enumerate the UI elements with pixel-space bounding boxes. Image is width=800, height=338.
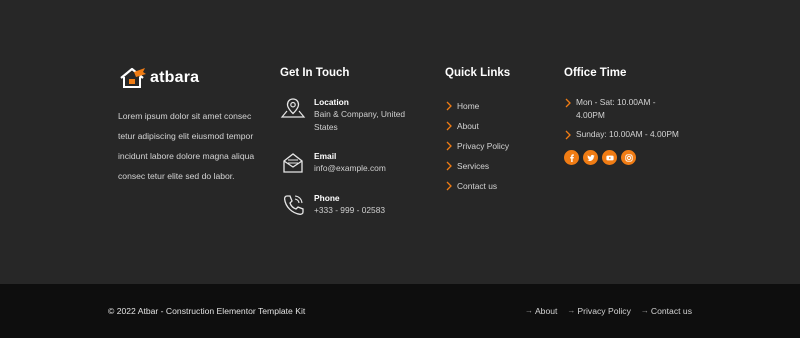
chevron-right-icon: [564, 98, 576, 108]
office-time-column: Office Time Mon - Sat: 10.00AM - 4.00PM …: [564, 65, 684, 165]
quick-link-about[interactable]: About: [445, 116, 509, 136]
quick-link-label: Contact us: [457, 181, 498, 191]
instagram-icon[interactable]: [621, 150, 636, 165]
quick-link-home[interactable]: Home: [445, 96, 509, 116]
location-value: Bain & Company, United States: [314, 109, 406, 132]
office-time-title: Office Time: [564, 67, 627, 79]
phone-icon: [280, 192, 306, 218]
facebook-icon[interactable]: [564, 150, 579, 165]
quick-link-label: Privacy Policy: [457, 141, 510, 151]
bottom-link-label: Privacy Policy: [577, 306, 631, 316]
chevron-right-icon: [564, 130, 576, 140]
bottom-link-label: About: [534, 306, 558, 316]
chevron-right-icon: [445, 161, 457, 171]
bottom-nav: → About → Privacy Policy → Contact us: [525, 305, 692, 317]
map-pin-icon: [280, 96, 306, 122]
office-hours-text: Mon - Sat: 10.00AM - 4.00PM: [576, 97, 656, 120]
phone-label: Phone: [314, 193, 340, 203]
email-label: Email: [314, 151, 337, 161]
contact-title: Get In Touch: [280, 67, 350, 79]
bottom-link-about[interactable]: → About: [525, 305, 557, 317]
office-hours-sunday: Sunday: 10.00AM - 4.00PM: [564, 128, 684, 141]
brand-name: atbara: [150, 69, 200, 86]
twitter-icon[interactable]: [583, 150, 598, 165]
house-wrench-icon: [118, 66, 148, 90]
chevron-right-icon: [445, 181, 457, 191]
arrow-right-icon: →: [640, 306, 649, 315]
social-links: [564, 150, 636, 165]
quick-link-contact-us[interactable]: Contact us: [445, 176, 509, 196]
youtube-icon[interactable]: [602, 150, 617, 165]
chevron-right-icon: [445, 121, 457, 131]
about-text: Lorem ipsum dolor sit amet consec tetur …: [118, 111, 255, 181]
quick-link-privacy-policy[interactable]: Privacy Policy: [445, 136, 509, 156]
office-hours-text: Sunday: 10.00AM - 4.00PM: [576, 129, 679, 139]
bottom-link-contact-us[interactable]: → Contact us: [641, 305, 692, 317]
quick-links-list: Home About Privacy Policy Services Conta…: [445, 96, 509, 196]
phone-value[interactable]: +333 - 999 - 02583: [314, 204, 414, 217]
email-value[interactable]: info@example.com: [314, 162, 414, 175]
brand-logo-link[interactable]: atbara: [118, 66, 258, 90]
arrow-right-icon: →: [524, 306, 533, 315]
chevron-right-icon: [445, 101, 457, 111]
contact-email: Email info@example.com: [280, 150, 414, 176]
bottom-link-privacy-policy[interactable]: → Privacy Policy: [567, 305, 630, 317]
quick-links-column: Quick Links Home About Privacy Policy Se…: [445, 65, 555, 191]
quick-link-services[interactable]: Services: [445, 156, 509, 176]
quick-link-label: Services: [457, 161, 490, 171]
envelope-icon: [280, 150, 306, 176]
footer-main: atbara Lorem ipsum dolor sit amet consec…: [0, 0, 800, 284]
footer-bottom-bar: © 2022 Atbar - Construction Elementor Te…: [0, 284, 800, 338]
bottom-link-label: Contact us: [650, 306, 692, 316]
quick-link-label: Home: [457, 101, 480, 111]
office-hours-weekday: Mon - Sat: 10.00AM - 4.00PM: [564, 96, 684, 121]
contact-column: Get In Touch Location Bain & Company, Un…: [280, 65, 430, 215]
office-hours-list: Mon - Sat: 10.00AM - 4.00PM Sunday: 10.0…: [564, 96, 684, 141]
quick-links-title: Quick Links: [445, 67, 511, 79]
about-column: atbara Lorem ipsum dolor sit amet consec…: [118, 66, 258, 186]
chevron-right-icon: [445, 141, 457, 151]
quick-link-label: About: [457, 121, 479, 131]
arrow-right-icon: →: [567, 306, 576, 315]
copyright-text: © 2022 Atbar - Construction Elementor Te…: [108, 306, 306, 316]
contact-phone: Phone +333 - 999 - 02583: [280, 192, 414, 218]
contact-location: Location Bain & Company, United States: [280, 96, 414, 133]
location-label: Location: [314, 97, 349, 107]
